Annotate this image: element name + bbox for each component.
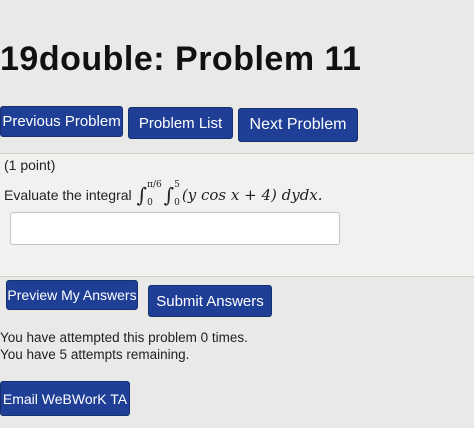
attempts-remaining-text: You have 5 attempts remaining. <box>0 347 190 362</box>
email-ta-button[interactable]: Email WeBWorK TA <box>0 381 130 416</box>
submit-answers-button[interactable]: Submit Answers <box>148 285 272 317</box>
inner-integral-sign: ∫ <box>163 183 175 207</box>
problem-points: (1 point) <box>4 157 56 173</box>
inner-lower-limit: 0 <box>174 198 180 208</box>
next-problem-button[interactable]: Next Problem <box>238 108 358 142</box>
answer-input[interactable] <box>10 212 340 245</box>
previous-problem-button[interactable]: Previous Problem <box>0 106 123 137</box>
integrand: (y cos x + 4) dydx. <box>181 186 323 204</box>
outer-lower-limit: 0 <box>147 198 153 208</box>
outer-limits: π/6 0 <box>147 181 162 208</box>
outer-integral-sign: ∫ <box>136 183 148 207</box>
statement-text: Evaluate the integral <box>4 187 132 203</box>
inner-upper-limit: 5 <box>174 180 180 190</box>
attempts-used-text: You have attempted this problem 0 times. <box>0 330 248 345</box>
outer-upper-limit: π/6 <box>147 180 162 190</box>
page-title: 19double: Problem 11 <box>0 40 362 78</box>
problem-list-button[interactable]: Problem List <box>128 107 233 139</box>
integral-expression: ∫ π/6 0 ∫ 5 0 (y cos x + 4) dydx. <box>136 181 323 208</box>
preview-answers-button[interactable]: Preview My Answers <box>6 280 138 310</box>
problem-statement: Evaluate the integral ∫ π/6 0 ∫ 5 0 (y c… <box>4 181 323 208</box>
inner-limits: 5 0 <box>174 181 180 208</box>
